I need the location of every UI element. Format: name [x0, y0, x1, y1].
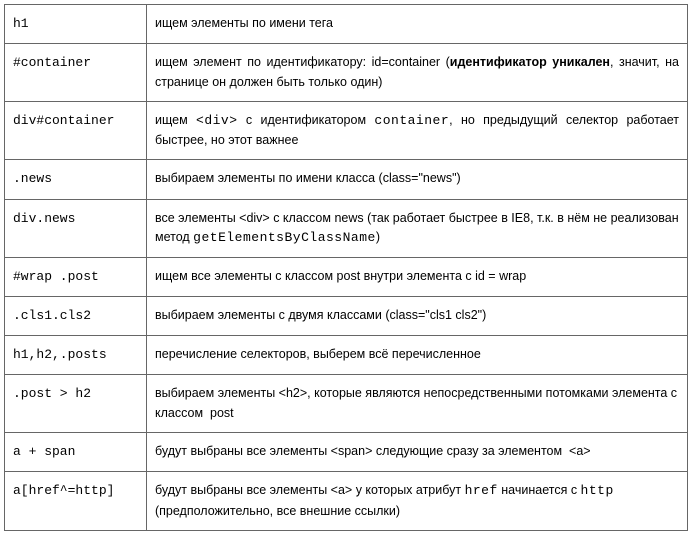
selector-cell: h1,h2,.posts	[5, 336, 147, 375]
table-row: a[href^=http]будут выбраны все элементы …	[5, 472, 688, 531]
table-row: div.newsвсе элементы <div> с классом new…	[5, 199, 688, 258]
table-row: .newsвыбираем элементы по имени класса (…	[5, 160, 688, 199]
description-cell: ищем все элементы с классом post внутри …	[147, 258, 688, 297]
selector-cell: a + span	[5, 433, 147, 472]
table-row: h1ищем элементы по имени тега	[5, 5, 688, 44]
table-row: h1,h2,.postsперечисление селекторов, выб…	[5, 336, 688, 375]
description-cell: выбираем элементы по имени класса (class…	[147, 160, 688, 199]
table-row: .cls1.cls2выбираем элементы с двумя клас…	[5, 297, 688, 336]
selector-cell: a[href^=http]	[5, 472, 147, 531]
table-row: div#containerищем <div> с идентификаторо…	[5, 101, 688, 160]
selector-cell: .cls1.cls2	[5, 297, 147, 336]
selector-cell: div#container	[5, 101, 147, 160]
description-cell: выбираем элементы с двумя классами (clas…	[147, 297, 688, 336]
table-row: #containerищем элемент по идентификатору…	[5, 44, 688, 102]
table-row: a + spanбудут выбраны все элементы <span…	[5, 433, 688, 472]
selector-cell: #wrap .post	[5, 258, 147, 297]
description-cell: будут выбраны все элементы <a> у которых…	[147, 472, 688, 531]
selector-cell: .post > h2	[5, 375, 147, 433]
table-row: #wrap .postищем все элементы с классом p…	[5, 258, 688, 297]
table-row: .post > h2выбираем элементы <h2>, которы…	[5, 375, 688, 433]
description-cell: ищем элемент по идентификатору: id=conta…	[147, 44, 688, 102]
selector-cell: #container	[5, 44, 147, 102]
selector-cell: .news	[5, 160, 147, 199]
description-cell: ищем элементы по имени тега	[147, 5, 688, 44]
selectors-table: h1ищем элементы по имени тега#containerи…	[4, 4, 688, 531]
selector-cell: div.news	[5, 199, 147, 258]
description-cell: будут выбраны все элементы <span> следую…	[147, 433, 688, 472]
description-cell: все элементы <div> с классом news (так р…	[147, 199, 688, 258]
description-cell: перечисление селекторов, выберем всё пер…	[147, 336, 688, 375]
description-cell: ищем <div> с идентификатором container, …	[147, 101, 688, 160]
selector-cell: h1	[5, 5, 147, 44]
description-cell: выбираем элементы <h2>, которые являются…	[147, 375, 688, 433]
